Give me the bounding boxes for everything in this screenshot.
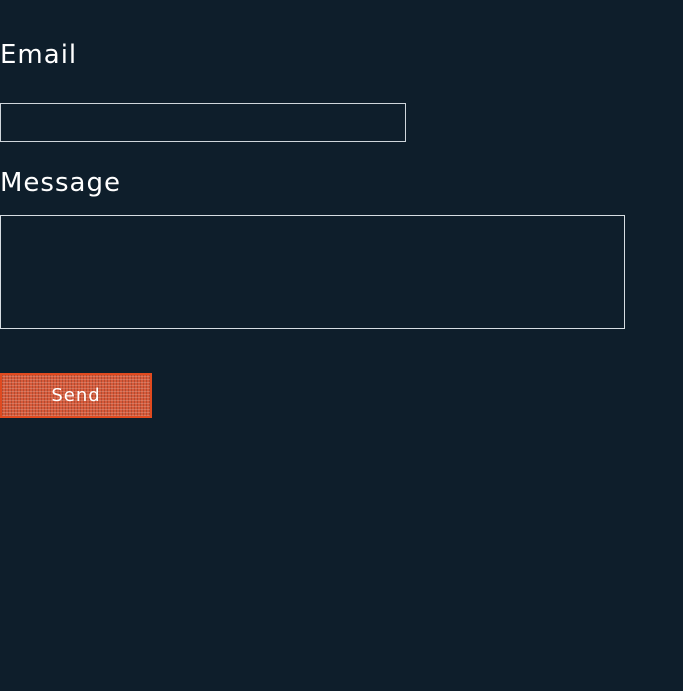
message-label: Message [0, 168, 121, 198]
message-field[interactable] [0, 215, 625, 329]
send-button[interactable]: Send [0, 373, 152, 418]
send-button-label: Send [51, 385, 101, 406]
email-label: Email [0, 40, 78, 70]
contact-form: Email Message Send [0, 0, 683, 691]
email-field[interactable] [0, 103, 406, 142]
